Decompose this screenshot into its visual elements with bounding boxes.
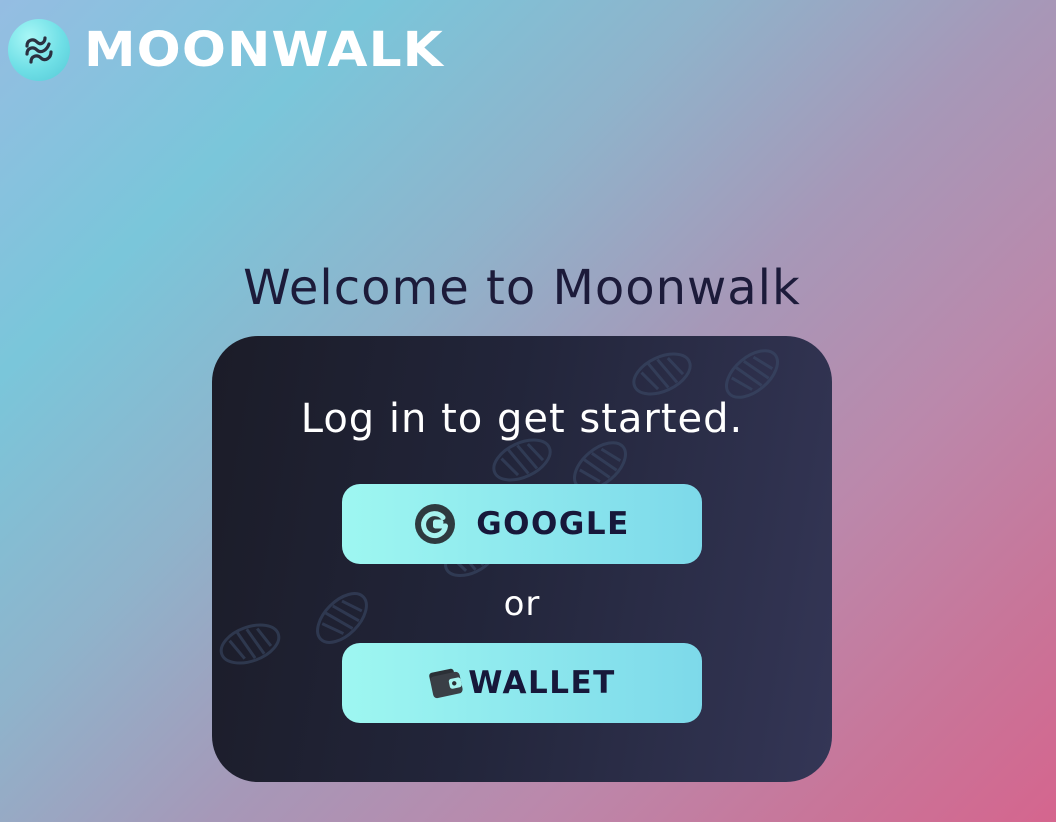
or-divider: or — [503, 584, 541, 624]
login-card: Log in to get started. GOOGLE or WALLET — [212, 336, 832, 782]
google-icon — [415, 504, 456, 544]
wallet-icon — [429, 668, 463, 699]
google-button-label: GOOGLE — [476, 506, 630, 542]
brand-header: MOONWALK — [8, 18, 443, 82]
welcome-title: Welcome to Moonwalk — [243, 260, 801, 316]
google-login-button[interactable]: GOOGLE — [342, 484, 702, 564]
moonwalk-logo-icon[interactable] — [8, 19, 70, 81]
wallet-login-button[interactable]: WALLET — [342, 643, 702, 723]
moonwalk-logo-mark — [25, 36, 53, 64]
brand-name: MOONWALK — [84, 22, 444, 78]
wallet-button-label: WALLET — [468, 665, 616, 701]
login-subtitle: Log in to get started. — [300, 396, 744, 442]
